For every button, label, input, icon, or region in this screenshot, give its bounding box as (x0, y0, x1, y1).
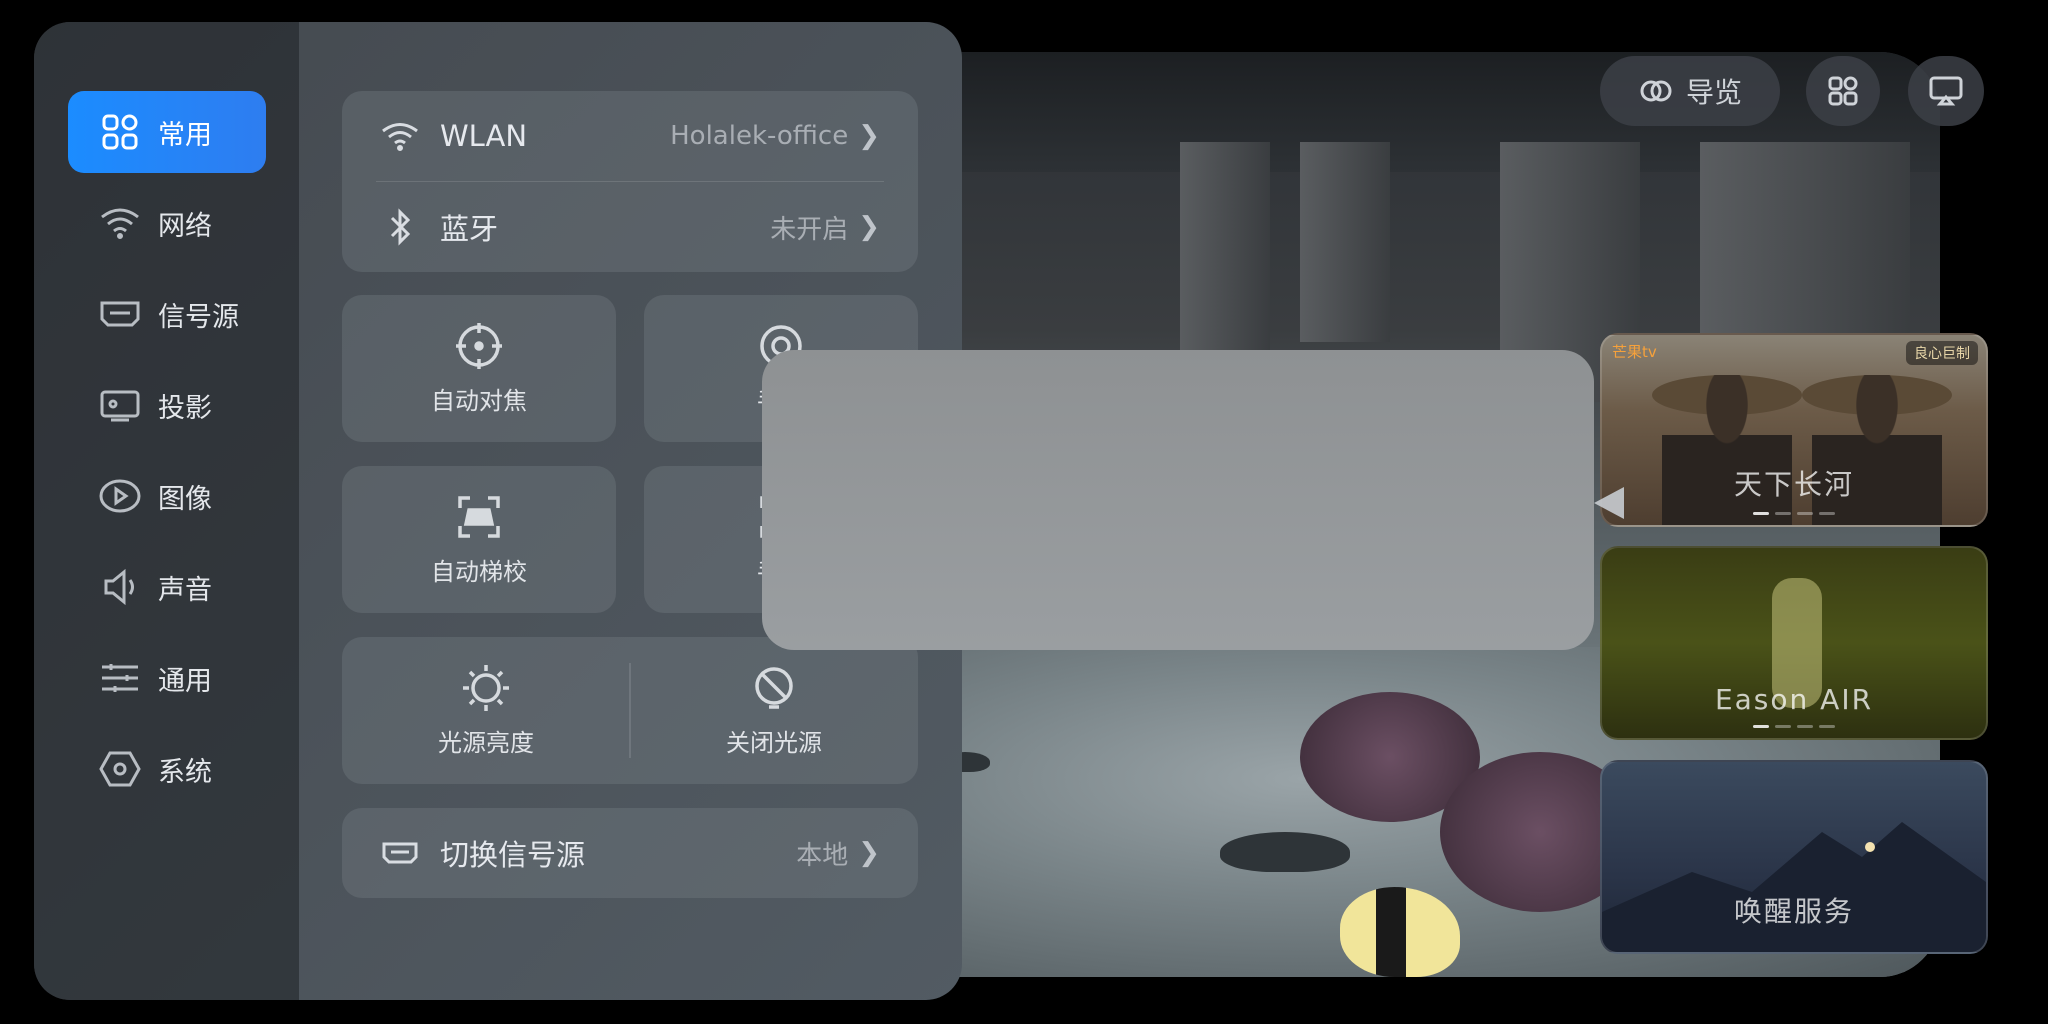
chevron-right-icon: ❯ (858, 212, 880, 242)
source-switch-group: 切换信号源 本地 ❯ (342, 808, 918, 898)
popup-pointer (1594, 487, 1624, 519)
bluetooth-status: 未开启 (770, 214, 849, 245)
scene-rock (1220, 832, 1350, 872)
chevron-right-icon: ❯ (858, 121, 880, 151)
hdmi-icon (96, 290, 144, 338)
card-title: 天下长河 (1733, 468, 1854, 501)
sidebar-item-source[interactable]: 信号源 (68, 273, 266, 355)
bluetooth-row[interactable]: 蓝牙 未开启 ❯ (380, 182, 880, 272)
guide-button[interactable]: 导览 (1600, 56, 1780, 126)
sidebar-item-label: 信号源 (158, 301, 239, 333)
hdmi-icon (380, 833, 420, 873)
light-off-label: 关闭光源 (726, 729, 822, 757)
sidebar-item-label: 图像 (158, 483, 212, 515)
sidebar-item-projection[interactable]: 投影 (68, 364, 266, 446)
projector-icon (96, 381, 144, 429)
focus-target-icon (456, 323, 502, 369)
cast-button[interactable] (1908, 56, 1984, 126)
source-switch-row[interactable]: 切换信号源 本地 ❯ (380, 808, 880, 898)
wlan-row[interactable]: WLAN Holalek-office ❯ (380, 91, 880, 181)
sliders-icon (96, 654, 144, 702)
bluetooth-value: 未开启 ❯ (770, 209, 880, 246)
card-pager (1602, 725, 1986, 728)
sidebar-item-label: 声音 (158, 574, 212, 606)
card-title: Eason AIR (1714, 683, 1874, 716)
play-circle-icon (96, 472, 144, 520)
wlan-label: WLAN (440, 119, 528, 153)
light-brightness-button[interactable]: 光源亮度 (342, 637, 630, 784)
connectivity-group: WLAN Holalek-office ❯ 蓝牙 未开启 ❯ (342, 91, 918, 272)
wlan-ssid: Holalek-office (670, 121, 849, 151)
bluetooth-label: 蓝牙 (440, 212, 499, 246)
sidebar-item-network[interactable]: 网络 (68, 182, 266, 264)
grid-icon (96, 108, 144, 156)
scene-pillar (1180, 142, 1270, 362)
light-brightness-label: 光源亮度 (438, 729, 534, 757)
light-source-group: 光源亮度 关闭光源 (342, 637, 918, 784)
card-title: 唤醒服务 (1733, 895, 1854, 928)
sidebar-item-label: 投影 (158, 392, 212, 424)
screen-cast-icon (1929, 76, 1963, 106)
content-card[interactable]: Eason AIR (1600, 546, 1988, 740)
auto-focus-button[interactable]: 自动对焦 (342, 295, 616, 442)
light-off-button[interactable]: 关闭光源 (630, 637, 918, 784)
content-card[interactable]: 芒果tv 良心巨制 天下长河 (1600, 333, 1988, 527)
source-switch-label: 切换信号源 (440, 838, 586, 872)
sidebar-item-label: 网络 (158, 210, 212, 242)
popup-dialog[interactable] (762, 350, 1594, 650)
tour-icon (1640, 80, 1672, 102)
sidebar-item-image[interactable]: 图像 (68, 455, 266, 537)
content-card[interactable]: 唤醒服务 (1600, 760, 1988, 954)
apps-button[interactable] (1806, 56, 1880, 126)
auto-focus-label: 自动对焦 (431, 387, 527, 415)
auto-keystone-button[interactable]: 自动梯校 (342, 466, 616, 613)
settings-sidebar: 常用 网络 信号源 投影 图像 声音 通用 系统 (34, 22, 299, 1000)
apps-icon (1828, 76, 1858, 106)
light-off-icon (755, 667, 793, 709)
sidebar-item-label: 系统 (158, 756, 212, 788)
wifi-icon (380, 116, 420, 156)
speaker-icon (96, 563, 144, 611)
chevron-right-icon: ❯ (858, 838, 880, 868)
sidebar-item-common[interactable]: 常用 (68, 91, 266, 173)
scene-pillar (1300, 142, 1390, 342)
sidebar-item-label: 常用 (158, 119, 212, 151)
card-tag: 良心巨制 (1906, 341, 1978, 365)
sidebar-item-label: 通用 (158, 665, 212, 697)
sidebar-item-general[interactable]: 通用 (68, 637, 266, 719)
auto-keystone-label: 自动梯校 (431, 558, 527, 586)
sidebar-item-system[interactable]: 系统 (68, 728, 266, 810)
card-pager (1602, 512, 1986, 515)
brightness-icon (463, 665, 509, 711)
wifi-icon (96, 199, 144, 247)
bluetooth-icon (380, 207, 420, 247)
sidebar-item-sound[interactable]: 声音 (68, 546, 266, 628)
wlan-value: Holalek-office ❯ (670, 121, 880, 151)
hexagon-settings-icon (96, 745, 144, 793)
card-brand: 芒果tv (1612, 343, 1657, 361)
source-current: 本地 (796, 840, 849, 871)
source-switch-value: 本地 ❯ (796, 835, 880, 872)
guide-label: 导览 (1685, 76, 1742, 109)
keystone-icon (458, 496, 500, 538)
